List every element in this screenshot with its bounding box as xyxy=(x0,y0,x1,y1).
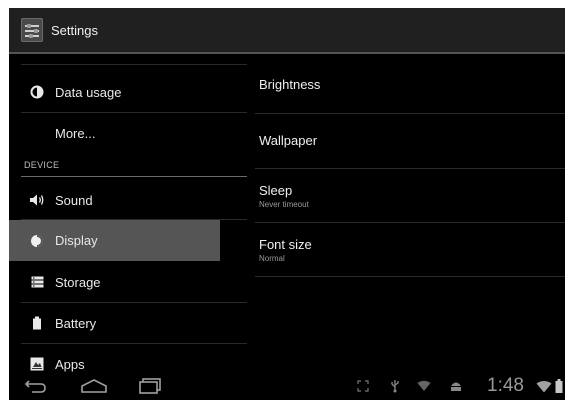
battery-status-icon xyxy=(554,379,564,393)
sidebar-item-label: More... xyxy=(55,125,96,141)
fullscreen-icon[interactable] xyxy=(356,379,370,393)
home-icon[interactable] xyxy=(79,376,109,396)
app-title: Settings xyxy=(51,22,98,38)
apps-icon xyxy=(29,356,45,372)
wifi-signal-icon xyxy=(536,379,552,393)
battery-icon xyxy=(29,315,45,331)
setting-summary: Normal xyxy=(259,253,285,263)
setting-wallpaper[interactable]: Wallpaper xyxy=(255,114,565,167)
wifi-notification-icon xyxy=(417,379,431,393)
android-debug-icon xyxy=(449,379,463,393)
sidebar-item-label: Apps xyxy=(55,356,85,372)
sidebar-item-storage[interactable]: Storage xyxy=(9,262,255,302)
setting-title: Brightness xyxy=(259,76,321,92)
usb-icon xyxy=(389,379,401,393)
sidebar-item-label: Display xyxy=(55,233,98,248)
sidebar-item-battery[interactable]: Battery xyxy=(9,303,255,343)
sidebar-item-apps[interactable]: Apps xyxy=(9,344,255,372)
display-settings-list[interactable]: Brightness Wallpaper Sleep Never timeout… xyxy=(255,56,565,372)
back-icon[interactable] xyxy=(23,376,49,396)
setting-brightness[interactable]: Brightness xyxy=(255,56,565,112)
sidebar-item-data-usage[interactable]: Data usage xyxy=(9,72,255,112)
sidebar-item-more[interactable]: More... xyxy=(9,113,255,153)
recent-apps-icon[interactable] xyxy=(137,376,163,396)
brightness-icon xyxy=(29,233,45,249)
setting-title: Sleep xyxy=(259,182,293,198)
settings-sliders-icon[interactable] xyxy=(21,18,43,42)
action-bar: Settings xyxy=(9,8,565,54)
data-usage-icon xyxy=(29,84,45,100)
list-divider xyxy=(21,64,247,65)
setting-sleep[interactable]: Sleep Never timeout xyxy=(255,169,565,222)
speaker-icon xyxy=(29,192,45,208)
setting-summary: Never timeout xyxy=(259,199,309,209)
status-clock: 1:48 xyxy=(487,375,524,396)
settings-category-list[interactable]: Data usage More... DEVICE Sound Display … xyxy=(9,56,255,372)
settings-screen: Settings Data usage More... DEVICE Sound xyxy=(9,8,565,400)
sidebar-item-label: Battery xyxy=(55,315,97,331)
sidebar-item-sound[interactable]: Sound xyxy=(9,180,255,220)
sidebar-item-label: Storage xyxy=(55,274,101,290)
sidebar-item-label: Data usage xyxy=(55,84,122,100)
system-navigation-bar: 1:48 xyxy=(9,372,565,400)
storage-icon xyxy=(29,274,45,290)
section-divider xyxy=(21,176,247,177)
sidebar-item-display[interactable]: Display xyxy=(9,220,220,261)
sidebar-item-label: Sound xyxy=(55,192,93,208)
list-divider xyxy=(255,276,565,277)
section-header-device: DEVICE xyxy=(24,160,60,170)
setting-title: Font size xyxy=(259,236,312,252)
setting-font-size[interactable]: Font size Normal xyxy=(255,223,565,276)
setting-title: Wallpaper xyxy=(259,133,318,148)
